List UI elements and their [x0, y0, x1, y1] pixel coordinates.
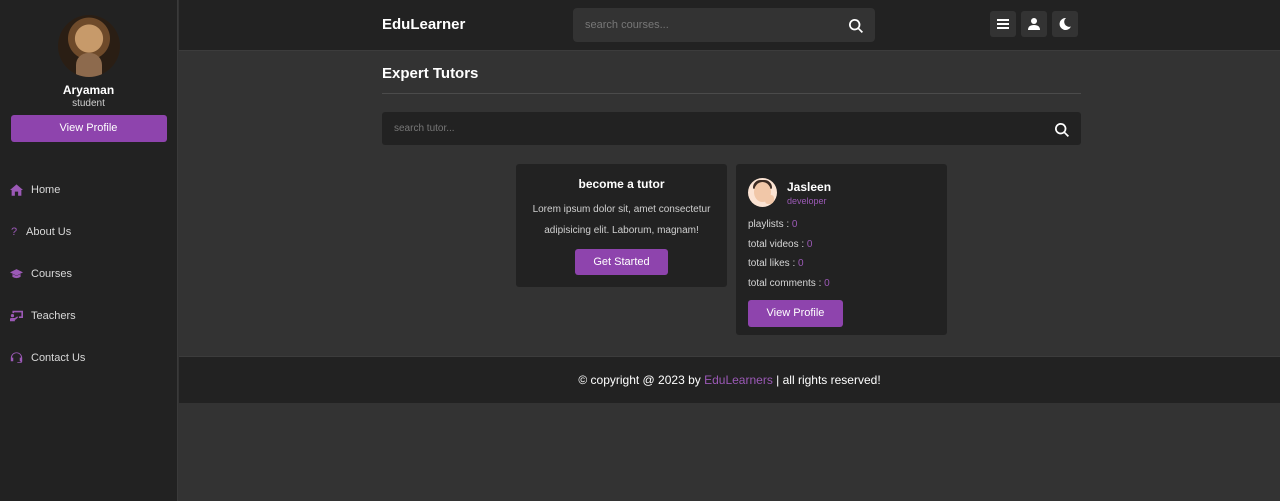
become-tutor-title: become a tutor	[578, 177, 665, 191]
stat-videos: total videos : 0	[748, 239, 947, 259]
footer-suffix: | all rights reserved!	[772, 373, 881, 387]
footer: © copyright @ 2023 by EduLearners | all …	[179, 356, 1280, 403]
sidebar-item-about[interactable]: ? About Us	[0, 211, 177, 253]
stat-label: total videos :	[748, 238, 807, 250]
user-icon	[1028, 18, 1040, 30]
become-tutor-card: become a tutor Lorem ipsum dolor sit, am…	[516, 164, 727, 287]
tutor-view-profile-button[interactable]: View Profile	[748, 300, 843, 327]
stat-value: 0	[806, 238, 813, 250]
view-profile-button[interactable]: View Profile	[10, 115, 167, 142]
search-icon[interactable]	[1055, 122, 1069, 137]
stat-label: total comments :	[748, 277, 825, 289]
tutor-role: developer	[787, 195, 827, 206]
tutor-search-input[interactable]	[382, 112, 1022, 145]
profile-name: Aryaman	[62, 83, 115, 97]
footer-prefix: © copyright @ 2023 by	[578, 373, 705, 387]
tutor-name: Jasleen	[787, 179, 832, 194]
header: EduLearner	[179, 0, 1280, 51]
sidebar-item-label: Teachers	[31, 310, 76, 322]
sidebar-item-label: Home	[31, 184, 61, 196]
theme-toggle-button[interactable]	[1052, 11, 1078, 37]
course-search-input[interactable]	[573, 8, 833, 42]
page-title: Expert Tutors	[382, 65, 1081, 94]
headset-icon	[10, 352, 23, 364]
course-search-bar	[573, 8, 875, 42]
tutor-search-bar	[382, 112, 1081, 145]
stat-value: 0	[798, 258, 804, 269]
tutor-meta: Jasleen developer	[787, 180, 831, 206]
stat-comments: total comments : 0	[748, 278, 947, 298]
stat-likes: total likes : 0	[748, 258, 947, 278]
sidebar: Aryaman student View Profile Home ? Abou…	[0, 0, 178, 501]
stat-label: total likes :	[748, 258, 799, 269]
sidebar-item-label: About Us	[26, 226, 72, 238]
avatar[interactable]	[57, 15, 120, 77]
search-icon[interactable]	[849, 18, 863, 33]
sidebar-item-label: Courses	[31, 268, 72, 280]
sidebar-nav: Home ? About Us Courses Teachers Contact…	[0, 169, 177, 379]
brand-logo[interactable]: EduLearner	[382, 16, 465, 33]
user-button[interactable]	[1021, 11, 1047, 37]
profile-panel: Aryaman student View Profile	[0, 0, 177, 142]
footer-brand-link[interactable]: EduLearners	[704, 373, 773, 387]
stat-value: 0	[824, 277, 830, 289]
question-icon: ?	[10, 226, 18, 238]
header-actions	[990, 11, 1078, 37]
profile-role: student	[72, 98, 105, 109]
stat-label: playlists :	[748, 219, 792, 230]
become-tutor-text: Lorem ipsum dolor sit, amet consectetur …	[532, 204, 711, 236]
tutor-stats: playlists : 0 total videos : 0 total lik…	[748, 219, 947, 297]
sidebar-item-contact[interactable]: Contact Us	[0, 337, 177, 379]
menu-icon	[997, 19, 1009, 29]
tutor-header: Jasleen developer	[748, 178, 947, 207]
stat-value: 0	[791, 219, 798, 230]
tutor-avatar	[748, 178, 777, 207]
sidebar-item-courses[interactable]: Courses	[0, 253, 177, 295]
moon-icon	[1059, 18, 1071, 30]
sidebar-item-label: Contact Us	[31, 352, 86, 364]
tutor-card: Jasleen developer playlists : 0 total vi…	[736, 164, 947, 335]
main-content: Expert Tutors	[382, 51, 1081, 145]
home-icon	[10, 184, 23, 196]
sidebar-item-teachers[interactable]: Teachers	[0, 295, 177, 337]
get-started-button[interactable]: Get Started	[575, 249, 668, 275]
stat-playlists: playlists : 0	[748, 219, 947, 239]
graduation-cap-icon	[10, 268, 23, 280]
sidebar-item-home[interactable]: Home	[0, 169, 177, 211]
menu-button[interactable]	[990, 11, 1016, 37]
chalkboard-teacher-icon	[10, 310, 23, 322]
